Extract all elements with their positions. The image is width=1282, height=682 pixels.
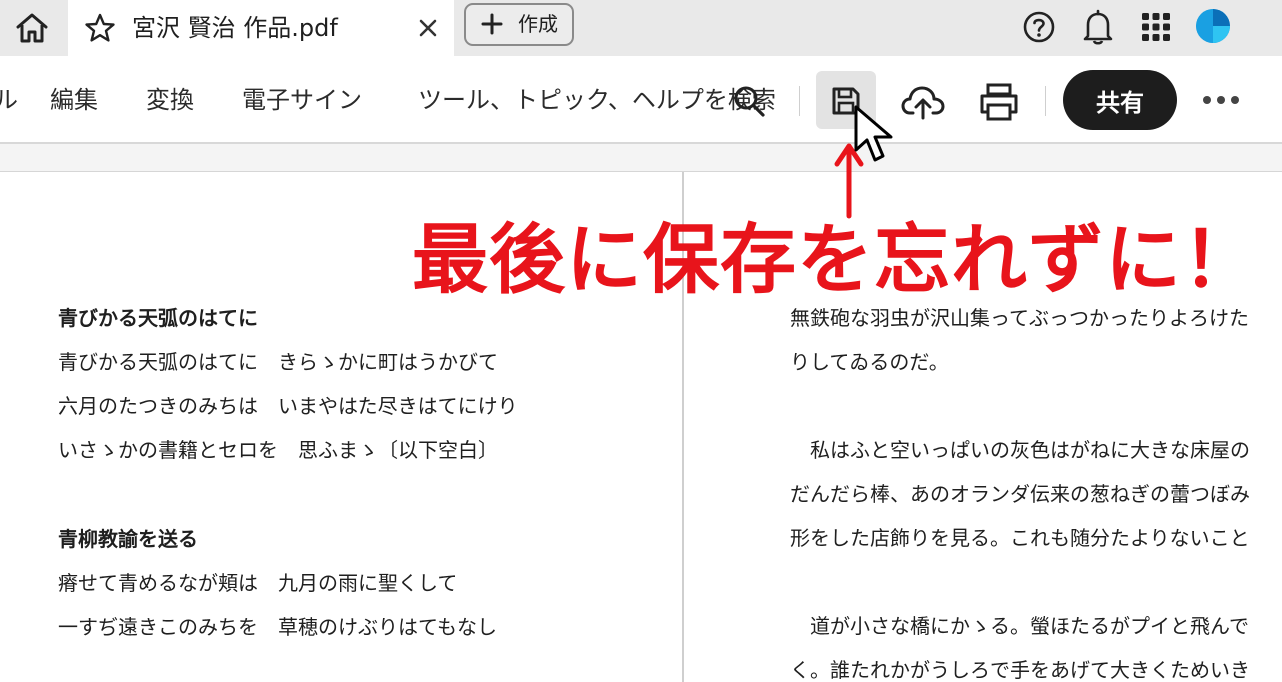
menu-item-convert[interactable]: 変換 <box>146 78 194 122</box>
toolbar-divider <box>1045 86 1046 116</box>
bell-icon[interactable] <box>1080 8 1116 46</box>
poem-line: 一すぢ遠きこのみちを 草穂のけぶりはてもなし <box>58 615 497 639</box>
help-icon[interactable] <box>1022 10 1056 44</box>
print-icon[interactable] <box>978 82 1020 122</box>
text-line: 私はふと空いっぱいの灰色はがねに大きな床屋の <box>790 438 1250 462</box>
star-icon[interactable] <box>84 12 116 44</box>
mouse-cursor-icon <box>854 105 893 162</box>
toolbar-divider <box>799 86 800 116</box>
avatar-image <box>1196 9 1230 43</box>
menu-item-edit[interactable]: 編集 <box>50 78 98 122</box>
share-button[interactable]: 共有 <box>1063 70 1177 130</box>
create-button[interactable]: 作成 <box>464 3 574 46</box>
text-line: だんだら棒、あのオランダ伝来の葱ねぎの蕾つぼみ <box>790 482 1250 506</box>
avatar[interactable] <box>1196 9 1230 43</box>
menu-item-esign[interactable]: 電子サイン <box>242 78 362 122</box>
toolbar: ル 編集 変換 電子サイン ツール、トピック、ヘルプを検索 共有 <box>0 56 1282 144</box>
text-line: 道が小さな橋にかゝる。螢ほたるがプイと飛んで <box>790 614 1249 638</box>
cloud-upload-icon[interactable] <box>900 82 946 122</box>
search-field[interactable]: ツール、トピック、ヘルプを検索 <box>418 78 776 122</box>
annotation-text: 最後に保存を忘れずに！ <box>412 215 1259 304</box>
apps-grid-icon[interactable] <box>1140 11 1172 43</box>
menu-item-partial[interactable]: ル <box>0 78 18 122</box>
search-icon[interactable] <box>732 84 766 118</box>
tab-title: 宮沢 賢治 作品.pdf <box>132 14 338 42</box>
poem-line: 瘠せて青めるなが頬は 九月の雨に聖くして <box>58 571 458 595</box>
more-options-icon[interactable] <box>1196 86 1246 114</box>
home-icon <box>16 13 48 43</box>
text-line: く。誰たれかがうしろで手をあげて大きくためいき <box>790 658 1250 682</box>
close-icon[interactable] <box>414 14 442 42</box>
poem-title: 青びかる天弧のはてに <box>58 306 258 330</box>
poem-line: 六月のたつきのみちは いまやはた尽きはてにけり <box>58 394 518 418</box>
title-bar: 宮沢 賢治 作品.pdf 作成 <box>0 0 1282 56</box>
home-button[interactable] <box>0 0 64 56</box>
document-header-strip <box>0 144 1282 172</box>
text-line: りしてゐるのだ。 <box>790 350 949 374</box>
poem-line: 青びかる天弧のはてに きらゝかに町はうかびて <box>58 350 498 374</box>
poem-line: いさゝかの書籍とセロを 思ふまゝ〔以下空白〕 <box>58 438 498 462</box>
text-line: 形をした店飾りを見る。これも随分たよりないこと <box>790 526 1250 550</box>
document-tab[interactable]: 宮沢 賢治 作品.pdf <box>68 0 454 56</box>
create-label: 作成 <box>518 12 558 36</box>
poem-title: 青柳教諭を送る <box>58 527 198 551</box>
plus-icon <box>481 13 503 35</box>
